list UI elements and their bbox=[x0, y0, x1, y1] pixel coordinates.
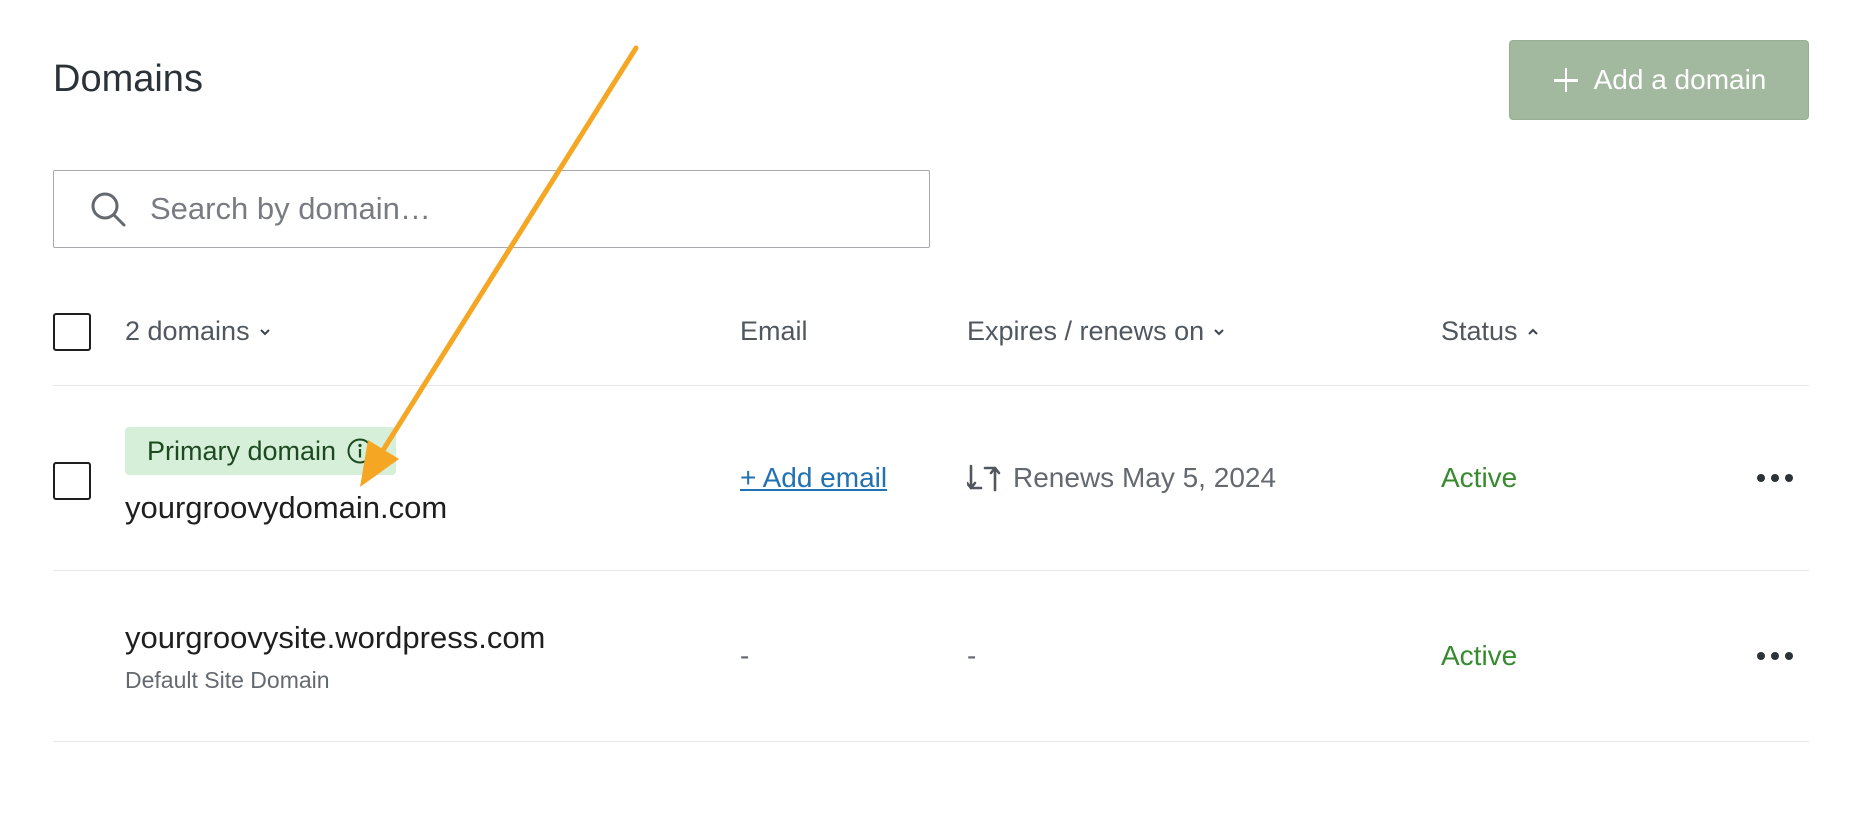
domain-name[interactable]: yourgroovydomain.com bbox=[125, 490, 447, 526]
renewal-date: Renews May 5, 2024 bbox=[1013, 462, 1277, 493]
domain-subtitle: Default Site Domain bbox=[125, 667, 330, 693]
auto-renew-icon bbox=[967, 464, 1001, 492]
search-box[interactable] bbox=[53, 170, 930, 248]
status-badge: Active bbox=[1441, 462, 1518, 493]
column-header-status[interactable]: Status bbox=[1441, 316, 1540, 347]
column-header-domains-label: 2 domains bbox=[125, 316, 250, 346]
info-icon[interactable] bbox=[346, 437, 374, 465]
column-header-email: Email bbox=[740, 316, 808, 347]
plus-icon bbox=[1552, 66, 1580, 94]
chevron-down-icon bbox=[1214, 328, 1224, 335]
header-divider bbox=[53, 385, 1809, 386]
primary-domain-badge: Primary domain bbox=[125, 427, 397, 475]
add-domain-button[interactable]: Add a domain bbox=[1509, 40, 1809, 120]
primary-domain-badge-label: Primary domain bbox=[147, 435, 337, 466]
expires-empty: - bbox=[967, 640, 977, 671]
search-input[interactable] bbox=[148, 190, 892, 228]
annotation-arrow bbox=[360, 45, 639, 487]
status-badge: Active bbox=[1441, 640, 1518, 671]
chevron-up-icon bbox=[1527, 328, 1538, 335]
select-all-checkbox[interactable] bbox=[53, 313, 91, 351]
page-title: Domains bbox=[53, 58, 203, 100]
column-header-email-label: Email bbox=[740, 316, 808, 346]
chevron-down-icon bbox=[259, 328, 270, 335]
search-icon bbox=[91, 192, 126, 227]
add-domain-label: Add a domain bbox=[1593, 64, 1767, 95]
email-empty: - bbox=[740, 640, 750, 671]
row-divider bbox=[53, 570, 1809, 571]
column-header-domains[interactable]: 2 domains bbox=[125, 316, 272, 347]
more-horizontal-icon[interactable] bbox=[1752, 636, 1798, 676]
row-checkbox[interactable] bbox=[53, 462, 91, 500]
column-header-expires-label: Expires / renews on bbox=[967, 316, 1205, 346]
more-horizontal-icon[interactable] bbox=[1752, 458, 1798, 498]
renewal-info: Renews May 5, 2024 bbox=[967, 462, 1276, 494]
column-header-expires[interactable]: Expires / renews on bbox=[967, 316, 1226, 347]
column-header-status-label: Status bbox=[1441, 316, 1518, 346]
add-email-link[interactable]: + Add email bbox=[740, 462, 887, 494]
domain-name[interactable]: yourgroovysite.wordpress.com bbox=[125, 620, 545, 656]
domains-page: Domains Add a domain 2 domains Email Exp… bbox=[0, 0, 1856, 820]
row-divider bbox=[53, 741, 1809, 742]
